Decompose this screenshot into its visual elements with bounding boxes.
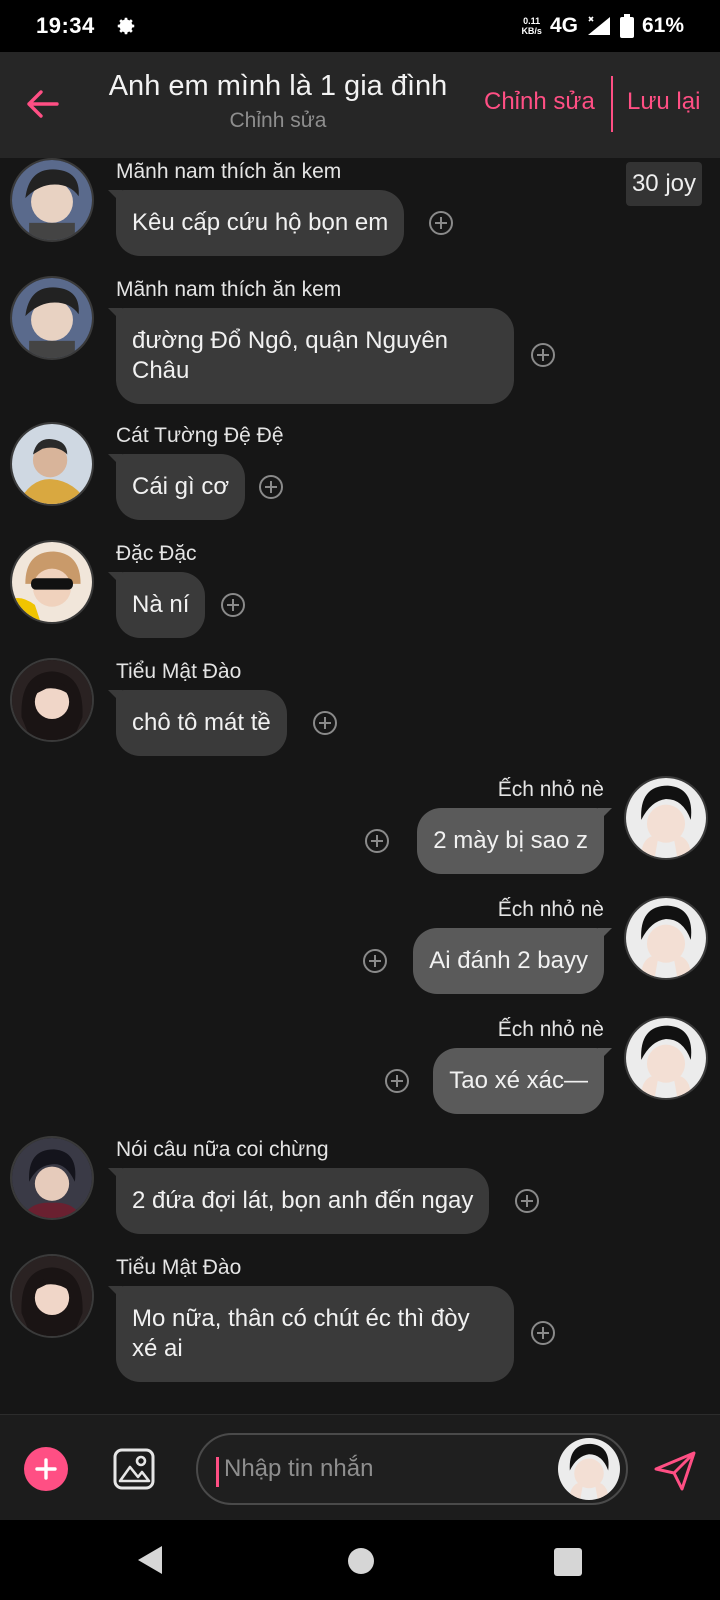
avatar[interactable] (10, 422, 94, 506)
image-icon[interactable] (112, 1447, 156, 1491)
avatar-photo (626, 778, 706, 858)
add-reaction-icon[interactable] (364, 828, 390, 854)
status-bar: 19:34 0.11 KB/s 4G 61% (0, 0, 720, 52)
gear-icon (117, 17, 135, 35)
plus-icon (35, 1458, 57, 1480)
signal-icon (587, 16, 610, 35)
network-type: 4G (549, 14, 578, 37)
avatar[interactable] (10, 1254, 94, 1338)
avatar[interactable] (10, 158, 94, 242)
avatar-photo (558, 1438, 620, 1500)
sender-name: Cát Tường Đệ Đệ (116, 424, 284, 447)
add-reaction-icon[interactable] (514, 1188, 540, 1214)
message-composer: Nhập tin nhắn (0, 1414, 720, 1520)
persona-avatar[interactable] (558, 1438, 620, 1500)
avatar-photo (12, 424, 92, 504)
avatar-photo (12, 1138, 92, 1218)
add-reaction-icon[interactable] (530, 1320, 556, 1346)
avatar[interactable] (624, 776, 708, 860)
sender-name: Ếch nhỏ nè (497, 898, 604, 921)
message-bubble[interactable]: Nà ní (107, 572, 206, 638)
sender-name: Ếch nhỏ nè (497, 778, 604, 801)
add-button[interactable] (24, 1447, 68, 1491)
avatar[interactable] (624, 1016, 708, 1100)
add-reaction-icon[interactable] (258, 474, 284, 500)
sender-name: Ếch nhỏ nè (497, 1018, 604, 1041)
net-speed: 0.11 KB/s (521, 16, 542, 36)
message-list[interactable]: Mãnh nam thích ăn kem Kêu cấp cứu hộ bọn… (0, 158, 720, 1414)
avatar[interactable] (10, 658, 94, 742)
message-bubble[interactable]: Tao xé xác— (433, 1048, 612, 1114)
header-divider (611, 76, 613, 132)
add-reaction-icon[interactable] (362, 948, 388, 974)
message-bubble[interactable]: Kêu cấp cứu hộ bọn em (107, 190, 405, 256)
message-bubble[interactable]: Cái gì cơ (107, 454, 246, 520)
add-reaction-icon[interactable] (220, 592, 246, 618)
add-reaction-icon[interactable] (384, 1068, 410, 1094)
send-icon[interactable] (652, 1447, 698, 1493)
avatar-photo (12, 660, 92, 740)
sender-name: Đặc Đặc (116, 542, 197, 565)
message-bubble[interactable]: 2 đứa đợi lát, bọn anh đến ngay (107, 1168, 490, 1234)
joy-badge: 30 joy (625, 162, 702, 206)
avatar-photo (12, 542, 92, 622)
avatar-photo (626, 898, 706, 978)
sender-name: Mãnh nam thích ăn kem (116, 160, 342, 183)
sender-name: Nói câu nữa coi chừng (116, 1138, 329, 1161)
message-bubble[interactable]: đường Đổ Ngô, quận Nguyên Châu (108, 308, 514, 404)
battery-icon (619, 14, 634, 38)
save-button[interactable]: Lưu lại (627, 88, 700, 116)
message-input-placeholder: Nhập tin nhắn (224, 1455, 374, 1482)
message-input[interactable]: Nhập tin nhắn (196, 1433, 628, 1505)
arrow-left-icon (27, 90, 59, 118)
system-nav-bar (0, 1520, 720, 1600)
avatar-photo (12, 1256, 92, 1336)
nav-back-icon[interactable] (136, 1544, 164, 1576)
sender-name: Tiểu Mật Đào (116, 1256, 242, 1279)
add-reaction-icon[interactable] (428, 210, 454, 236)
edit-button[interactable]: Chỉnh sửa (484, 88, 595, 116)
avatar[interactable] (624, 896, 708, 980)
avatar-photo (12, 278, 92, 358)
sender-name: Tiểu Mật Đào (116, 660, 242, 683)
avatar[interactable] (10, 1136, 94, 1220)
avatar[interactable] (10, 276, 94, 360)
title-block: Anh em mình là 1 gia đình Chỉnh sửa (90, 70, 466, 133)
avatar-photo (12, 160, 92, 240)
add-reaction-icon[interactable] (530, 342, 556, 368)
battery-percent: 61% (641, 14, 684, 37)
status-time: 19:34 (36, 13, 95, 38)
page-title: Anh em mình là 1 gia đình (108, 70, 448, 102)
message-bubble[interactable]: chô tô mát tề (108, 690, 287, 756)
back-button[interactable] (22, 82, 62, 126)
add-reaction-icon[interactable] (312, 710, 338, 736)
page-subtitle: Chỉnh sửa (229, 109, 327, 132)
avatar-photo (626, 1018, 706, 1098)
nav-recents-icon[interactable] (554, 1548, 582, 1576)
message-bubble[interactable]: Ai đánh 2 bayy (413, 928, 612, 994)
message-bubble[interactable]: Mo nữa, thân có chút éc thì đòy xé ai (108, 1286, 514, 1382)
avatar[interactable] (10, 540, 94, 624)
message-bubble[interactable]: 2 mày bị sao z (417, 808, 612, 874)
sender-name: Mãnh nam thích ăn kem (116, 278, 342, 301)
chat-header: Anh em mình là 1 gia đình Chỉnh sửa Chỉn… (0, 52, 720, 158)
text-caret (216, 1457, 219, 1487)
nav-home-icon[interactable] (348, 1548, 374, 1574)
